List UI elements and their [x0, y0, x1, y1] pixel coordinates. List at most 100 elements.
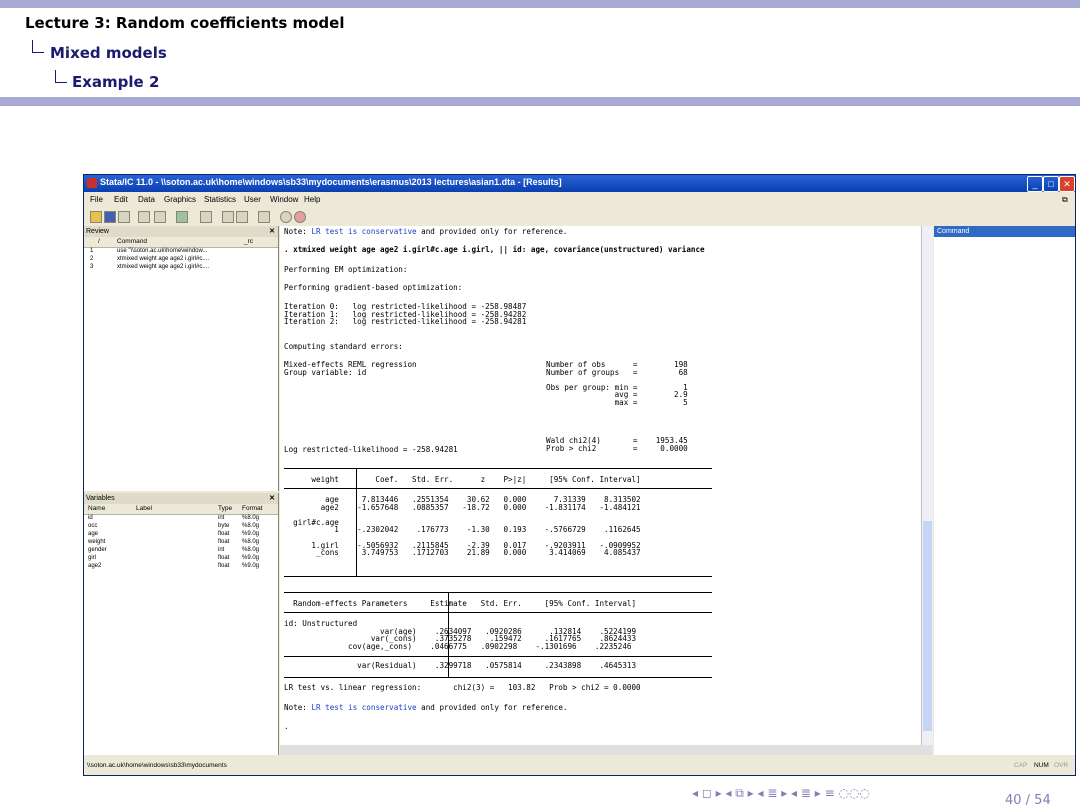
menu-edit[interactable]: Edit	[114, 195, 128, 204]
variable-manager-icon[interactable]	[258, 211, 270, 223]
gradient-line: Performing gradient-based optimization:	[284, 283, 463, 292]
variables-header: Name Label Type Format	[84, 504, 278, 515]
results-scroll-thumb[interactable]	[923, 521, 932, 731]
toolbar	[84, 208, 1075, 224]
clear-more-icon[interactable]	[280, 211, 292, 223]
variables-title: Variables	[86, 495, 115, 502]
command-pane-title: Command	[934, 226, 1075, 237]
top-bar	[0, 0, 1080, 8]
maximize-icon[interactable]: □	[1043, 176, 1059, 192]
wald-test: Wald chi2(4) = 1953.45 Prob > chi2 = 0.0…	[546, 436, 688, 453]
menu-data[interactable]: Data	[138, 195, 155, 204]
status-bar: \\soton.ac.uk\home\windows\sb33\mydocume…	[84, 759, 1075, 775]
review-row-command: xtmixed weight age age2 i.girl#c....	[117, 256, 210, 262]
window-title: Stata/IC 11.0 - \\soton.ac.uk\home\windo…	[100, 177, 562, 187]
graph-icon[interactable]	[176, 211, 188, 223]
note-suffix: and provided only for reference.	[416, 227, 568, 236]
variables-pane: Variables ✕ Name Label Type Format id int…	[84, 493, 279, 755]
lr-test-link[interactable]: LR test is conservative	[311, 703, 416, 712]
variable-format: %8.0g	[242, 539, 260, 545]
menu-help[interactable]: Help	[304, 195, 320, 204]
variable-row[interactable]: girl float %9.0g	[84, 555, 278, 563]
review-row[interactable]: 2 xtmixed weight age age2 i.girl#c....	[84, 256, 278, 264]
note-prefix: Note:	[284, 703, 312, 712]
viewer-icon[interactable]	[154, 211, 166, 223]
review-pane: Review ✕ / Command _rc 1 use "\\soton.ac…	[84, 226, 279, 491]
review-row[interactable]: 3 xtmixed weight age age2 i.girl#c....	[84, 264, 278, 272]
variable-row[interactable]: gender int %8.0g	[84, 547, 278, 555]
variable-name: id	[88, 515, 93, 521]
log-likelihood: Log restricted-likelihood = -258.94281	[284, 445, 458, 454]
review-col-command[interactable]: Command	[117, 238, 147, 245]
variables-col-type[interactable]: Type	[218, 505, 232, 512]
restore-icon[interactable]: ⧉	[1062, 195, 1068, 205]
variable-name: age2	[88, 563, 102, 569]
random-effects-rows: id: Unstructured var(age) .2634097 .0920…	[284, 619, 637, 651]
beamer-nav-controls[interactable]: ◂ ◻ ▸ ◂ ⧉ ▸ ◂ ≣ ▸ ◂ ≣ ▸ ≡ ◌◌◌	[692, 786, 870, 801]
stata-app-icon	[87, 178, 97, 188]
minimize-icon[interactable]: _	[1027, 176, 1043, 192]
variable-row[interactable]: age float %9.0g	[84, 531, 278, 539]
review-row[interactable]: 1 use "\\soton.ac.uk\home\window...	[84, 248, 278, 256]
log-icon[interactable]	[138, 211, 150, 223]
variable-type: byte	[218, 523, 230, 529]
fixed-effects-header: weight Coef. Std. Err. z P>|z| [95% Conf…	[284, 475, 641, 484]
lr-test-line: LR test vs. linear regression: chi2(3) =…	[284, 683, 641, 692]
menu-user[interactable]: User	[244, 195, 261, 204]
stata-window: Stata/IC 11.0 - \\soton.ac.uk\home\windo…	[83, 174, 1076, 776]
results-scrollbar[interactable]	[921, 226, 933, 745]
note-top: Note: LR test is conservative and provid…	[284, 227, 567, 236]
review-col-rc[interactable]: _rc	[244, 238, 253, 245]
menu-statistics[interactable]: Statistics	[204, 195, 236, 204]
table-rule	[284, 592, 712, 593]
slide-subsection: Example 2	[72, 73, 160, 91]
computing-line: Computing standard errors:	[284, 342, 403, 351]
table-rule	[284, 677, 712, 678]
results-window[interactable]: Note: LR test is conservative and provid…	[280, 226, 932, 745]
status-ovr: OVR	[1054, 762, 1069, 769]
window-titlebar[interactable]: Stata/IC 11.0 - \\soton.ac.uk\home\windo…	[84, 175, 1075, 192]
review-row-number: 1	[90, 248, 94, 254]
model-header-right: Number of obs = 198 Number of groups = 6…	[546, 360, 688, 407]
status-num: NUM	[1034, 762, 1049, 769]
menu-file[interactable]: File	[90, 195, 103, 204]
variables-title-bar: Variables ✕	[84, 493, 278, 504]
variable-row[interactable]: id int %8.0g	[84, 515, 278, 523]
variable-name: gender	[88, 547, 107, 553]
lr-test-link[interactable]: LR test is conservative	[311, 227, 416, 236]
table-rule	[284, 656, 712, 657]
variable-type: float	[218, 539, 230, 545]
variable-name: occ	[88, 523, 98, 529]
variable-row[interactable]: age2 float %9.0g	[84, 563, 278, 571]
data-browser-icon[interactable]	[236, 211, 248, 223]
note-suffix: and provided only for reference.	[416, 703, 568, 712]
slide-section: Mixed models	[50, 44, 167, 62]
variables-col-label[interactable]: Label	[136, 505, 152, 512]
command-echo: . xtmixed weight age age2 i.girl#c.age i…	[284, 245, 705, 254]
save-icon[interactable]	[104, 211, 116, 223]
break-icon[interactable]	[294, 211, 306, 223]
command-input[interactable]	[280, 745, 932, 755]
table-rule	[284, 468, 712, 469]
variables-col-name[interactable]: Name	[88, 505, 105, 512]
review-col-num[interactable]: /	[98, 238, 100, 245]
review-close-icon[interactable]: ✕	[269, 226, 275, 237]
close-icon[interactable]: ✕	[1059, 176, 1075, 192]
print-icon[interactable]	[118, 211, 130, 223]
variable-type: float	[218, 555, 230, 561]
open-icon[interactable]	[90, 211, 102, 223]
variables-close-icon[interactable]: ✕	[269, 493, 275, 504]
data-editor-icon[interactable]	[222, 211, 234, 223]
variable-format: %8.0g	[242, 547, 260, 553]
menu-graphics[interactable]: Graphics	[164, 195, 196, 204]
status-cap: CAP	[1014, 762, 1028, 769]
variables-col-format[interactable]: Format	[242, 505, 263, 512]
fixed-effects-rows: age 7.813446 .2551354 30.62 0.000 7.3133…	[293, 495, 641, 558]
variable-row[interactable]: occ byte %8.0g	[84, 523, 278, 531]
dofile-icon[interactable]	[200, 211, 212, 223]
variable-row[interactable]: weight float %8.0g	[84, 539, 278, 547]
menu-window[interactable]: Window	[270, 195, 298, 204]
variable-name: age	[88, 531, 99, 537]
table-rule	[284, 488, 712, 489]
variable-format: %9.0g	[242, 555, 260, 561]
